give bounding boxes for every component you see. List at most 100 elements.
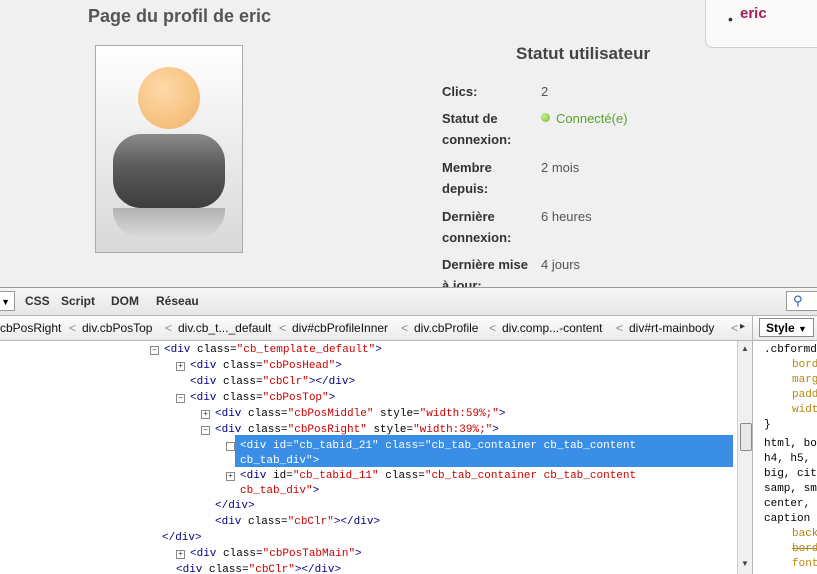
attr-value: cb_tab_div" [240,485,313,497]
css-selector[interactable]: .cbformd [764,343,817,358]
tag-open: <div [215,424,242,436]
attr-name: class= [378,470,425,482]
attr-value: cb_tab_div" [240,455,313,467]
breadcrumb-separator: < [616,321,624,335]
tag-open: <div [190,376,217,388]
css-property[interactable]: padd [764,388,817,403]
html-tree-scrollbar[interactable]: ▲ ▼ [737,341,753,574]
stat-value-connection: Connecté(e) [541,108,628,129]
online-status-icon [541,113,550,122]
html-tree-node[interactable]: + <div id="cb_tabid_21" class="cb_tab_con… [226,439,636,469]
tag-end: > [375,344,382,356]
attr-name: class= [241,516,288,528]
html-tree-node[interactable]: </div> [162,531,202,546]
stat-label-last-update: Dernière mise à jour: [442,257,528,287]
scroll-up-icon[interactable]: ▲ [741,344,749,353]
breadcrumb-separator: < [165,321,173,335]
tag-open: <div [190,360,217,372]
devtools-panel: ▼ CSS Script DOM Réseau ⚲ cbPosRight < d… [0,287,817,574]
css-selector[interactable]: html, bo [764,437,817,452]
expand-icon[interactable]: + [176,362,185,371]
css-selector[interactable]: big, cit [764,467,817,482]
attr-name: id= [266,470,293,482]
breadcrumb-item[interactable]: div.comp...-content [502,321,603,335]
tag-end: > [335,360,342,372]
css-property[interactable]: widt [764,403,817,418]
breadcrumb-scroll-right-icon[interactable]: ▸ [740,321,745,332]
html-tree-node[interactable]: − <div class="cb_template_default"> [150,343,382,358]
search-icon: ⚲ [793,293,803,308]
breadcrumb-item[interactable]: div#rt-mainbody [629,321,714,335]
collapse-icon[interactable]: − [201,426,210,435]
tab-script[interactable]: Script [61,294,95,308]
css-property[interactable]: back [764,527,817,542]
devtools-search-button[interactable]: ⚲ [786,291,817,311]
breadcrumb-item[interactable]: div.cb_t..._default [178,321,271,335]
breadcrumb-item[interactable]: div#cbProfileInner [292,321,388,335]
stat-value-clicks: 2 [541,84,549,99]
css-selector[interactable]: samp, sm [764,482,817,497]
css-selector[interactable]: center, [764,497,810,512]
html-tree-node[interactable]: + <div id="cb_tabid_11" class="cb_tab_con… [226,469,636,499]
css-selector[interactable]: caption [764,512,810,527]
style-rules-pane: .cbformd bord marg padd widt} html, bo h4, h5,… [752,341,817,574]
html-tree-node[interactable]: </div> [215,499,255,514]
expand-icon[interactable]: + [226,472,235,481]
attr-name: style= [366,424,414,436]
breadcrumb-item[interactable]: div.cbProfile [414,321,478,335]
stat-value-member-since: 2 mois [541,160,580,175]
attr-value: "cbClr" [287,516,334,528]
html-tree-node[interactable]: + <div class="cbPosHead"> [176,359,342,374]
devtools-menu-button[interactable]: ▼ [0,291,15,311]
collapse-icon[interactable]: − [176,394,185,403]
html-tree-node[interactable]: + <div class="cbPosTabMain"> [176,547,362,562]
attr-value: "cbPosTop" [262,392,329,404]
scroll-down-icon[interactable]: ▼ [741,559,749,568]
online-status-text: Connecté(e) [556,111,628,126]
breadcrumb-item[interactable]: div.cbPosTop [82,321,152,335]
tab-dom[interactable]: DOM [111,294,139,308]
attr-name: style= [373,408,420,420]
collapse-icon[interactable]: − [150,346,159,355]
attr-name: class= [241,408,288,420]
attr-value: "cb_tabid_21" [292,440,379,452]
html-tree-node[interactable]: <div class="cbClr"></div> [190,375,355,390]
avatar [95,45,243,253]
expand-icon[interactable]: + [176,550,185,559]
css-property[interactable]: bord [764,358,817,373]
bullet-icon: • [728,11,733,27]
css-property[interactable]: bord [764,542,817,557]
html-tree-node[interactable]: − <div class="cbPosRight" style="width:39… [201,423,499,438]
attr-name: class= [216,376,263,388]
css-selector[interactable]: } [764,418,771,433]
css-property[interactable]: font [764,557,817,572]
breadcrumb-separator: < [489,321,497,335]
style-dropdown[interactable]: Style ▼ [759,318,814,337]
tab-network[interactable]: Réseau [156,294,199,308]
html-tree-node[interactable]: − <div class="cbPosTop"> [176,391,335,406]
tag-close: </div> [315,376,356,388]
breadcrumb-item[interactable]: cbPosRight [0,321,61,335]
html-tree-node[interactable]: <div class="cbClr"></div> [176,563,341,574]
html-tree-node[interactable]: + <div class="cbPosMiddle" style="width:5… [201,407,506,422]
avatar-body [113,134,225,208]
expand-icon[interactable]: + [201,410,210,419]
expand-icon[interactable]: + [226,442,235,451]
stat-label-connection: Statut de connexion: [442,111,512,147]
tab-css[interactable]: CSS [25,294,50,308]
attr-value: "cbPosMiddle" [287,408,374,420]
css-selector[interactable]: h4, h5, [764,452,810,467]
html-tree-node[interactable]: <div class="cbClr"></div> [215,515,380,530]
html-tree: − <div class="cb_template_default"> + <div … [0,341,737,574]
tag-end: > [355,548,362,560]
scrollbar-thumb[interactable] [740,423,752,451]
tag-open: <div [240,470,267,482]
css-property[interactable]: marg [764,373,817,388]
tag-end: > [312,455,320,467]
stat-label-member-since: Membre depuis: [442,160,492,196]
tag-open: <div [190,392,217,404]
user-menu-link[interactable]: eric [740,5,767,22]
attr-name: class= [241,424,288,436]
attr-name: class= [216,360,263,372]
tag-open: <div [215,408,242,420]
